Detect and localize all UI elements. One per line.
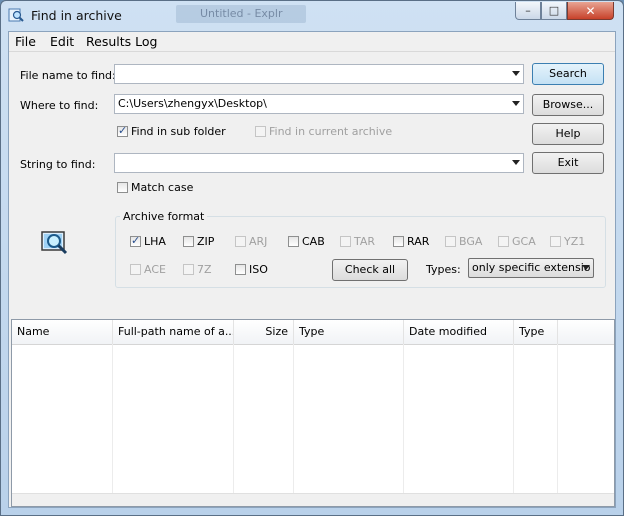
dialog-body: File Edit Results Log File name to find:… [8, 31, 616, 508]
checkbox-box[interactable] [130, 264, 141, 275]
exit-button[interactable]: Exit [532, 152, 604, 174]
background-window-title: Untitled - Explr [176, 5, 306, 23]
format-label: CAB [302, 235, 325, 248]
menu-file[interactable]: File [15, 34, 36, 49]
where-combo[interactable]: C:\Users\zhengyx\Desktop\ [114, 94, 524, 114]
title-bar[interactable]: Find in archive Untitled - Explr – □ ✕ [1, 1, 623, 30]
checkbox-box[interactable] [550, 236, 561, 247]
app-window: Find in archive Untitled - Explr – □ ✕ F… [0, 0, 624, 516]
subfolder-checkbox[interactable]: Find in sub folder [117, 124, 226, 138]
subfolder-label: Find in sub folder [131, 125, 226, 138]
minimize-button[interactable]: – [515, 2, 541, 20]
close-button[interactable]: ✕ [567, 2, 614, 20]
format-label: ZIP [197, 235, 215, 248]
checkbox-box[interactable] [498, 236, 509, 247]
chevron-down-icon[interactable] [512, 160, 520, 165]
format-tar-checkbox[interactable]: TAR [340, 235, 375, 248]
help-button[interactable]: Help [532, 123, 604, 145]
format-label: LHA [144, 235, 166, 248]
format-label: ISO [249, 263, 268, 276]
format-label: RAR [407, 235, 430, 248]
window-title: Find in archive [31, 8, 122, 23]
column-divider [403, 344, 404, 494]
results-list[interactable]: Name Full-path name of a... Size Type Da… [11, 319, 615, 507]
current-archive-label: Find in current archive [269, 125, 393, 138]
format-iso-checkbox[interactable]: ISO [235, 263, 268, 276]
format-ace-checkbox[interactable]: ACE [130, 263, 166, 276]
types-select[interactable]: only specific extensio [468, 258, 594, 278]
column-divider [513, 344, 514, 494]
checkbox-box[interactable] [183, 264, 194, 275]
format-label: GCA [512, 235, 536, 248]
where-value: C:\Users\zhengyx\Desktop\ [118, 97, 267, 110]
format-label: TAR [354, 235, 376, 248]
column-divider [233, 344, 234, 494]
menu-bar: File Edit Results Log [9, 32, 615, 52]
magnifier-icon [41, 231, 68, 255]
maximize-button[interactable]: □ [541, 2, 567, 20]
checkbox-box[interactable] [183, 236, 194, 247]
archive-format-title: Archive format [120, 210, 208, 223]
column-divider [557, 344, 558, 494]
format-yz1-checkbox[interactable]: YZ1 [550, 235, 585, 248]
column-date-modified[interactable]: Date modified [404, 320, 514, 344]
match-case-checkbox[interactable]: Match case [117, 181, 193, 194]
format-rar-checkbox[interactable]: RAR [393, 235, 429, 248]
string-combo[interactable] [114, 153, 524, 173]
match-case-label: Match case [131, 181, 194, 194]
chevron-down-icon[interactable] [582, 265, 590, 270]
column-type[interactable]: Type [294, 320, 404, 344]
file-name-label: File name to find: [20, 69, 116, 82]
checkbox-box[interactable] [130, 234, 141, 247]
column-divider [293, 344, 294, 494]
format-zip-checkbox[interactable]: ZIP [183, 235, 214, 248]
results-header: Name Full-path name of a... Size Type Da… [12, 320, 614, 345]
format-lha-checkbox[interactable]: LHA [130, 234, 166, 248]
format-label: ACE [144, 263, 166, 276]
checkbox-box[interactable] [235, 264, 246, 275]
chevron-down-icon[interactable] [512, 71, 520, 76]
string-label: String to find: [20, 158, 96, 171]
format-7z-checkbox[interactable]: 7Z [183, 263, 212, 276]
browse-button[interactable]: Browse... [532, 94, 604, 116]
menu-edit[interactable]: Edit [50, 34, 74, 49]
column-name[interactable]: Name [12, 320, 113, 344]
file-name-combo[interactable] [114, 64, 524, 84]
format-label: ARJ [249, 235, 268, 248]
checkbox-box[interactable] [445, 236, 456, 247]
chevron-down-icon[interactable] [512, 101, 520, 106]
column-type-2[interactable]: Type [514, 320, 558, 344]
where-label: Where to find: [20, 99, 99, 112]
checkbox-box[interactable] [235, 236, 246, 247]
format-label: BGA [459, 235, 483, 248]
find-archive-icon [8, 8, 24, 22]
column-divider [112, 344, 113, 494]
checkbox-box[interactable] [117, 182, 128, 193]
checkbox-box[interactable] [340, 236, 351, 247]
checkbox-box[interactable] [117, 124, 128, 137]
format-label: YZ1 [564, 235, 586, 248]
types-label: Types: [426, 263, 461, 276]
format-arj-checkbox[interactable]: ARJ [235, 235, 267, 248]
check-all-button[interactable]: Check all [332, 259, 408, 281]
column-full-path[interactable]: Full-path name of a... [113, 320, 234, 344]
checkbox-box[interactable] [255, 126, 266, 137]
menu-results-log[interactable]: Results Log [86, 34, 157, 49]
format-bga-checkbox[interactable]: BGA [445, 235, 482, 248]
search-button[interactable]: Search [532, 63, 604, 85]
format-gca-checkbox[interactable]: GCA [498, 235, 536, 248]
types-value: only specific extensio [472, 261, 591, 274]
checkbox-box[interactable] [393, 236, 404, 247]
format-label: 7Z [197, 263, 212, 276]
format-cab-checkbox[interactable]: CAB [288, 235, 325, 248]
checkbox-box[interactable] [288, 236, 299, 247]
column-size[interactable]: Size [234, 320, 294, 344]
horizontal-scrollbar[interactable] [12, 493, 614, 506]
current-archive-checkbox[interactable]: Find in current archive [255, 125, 392, 138]
